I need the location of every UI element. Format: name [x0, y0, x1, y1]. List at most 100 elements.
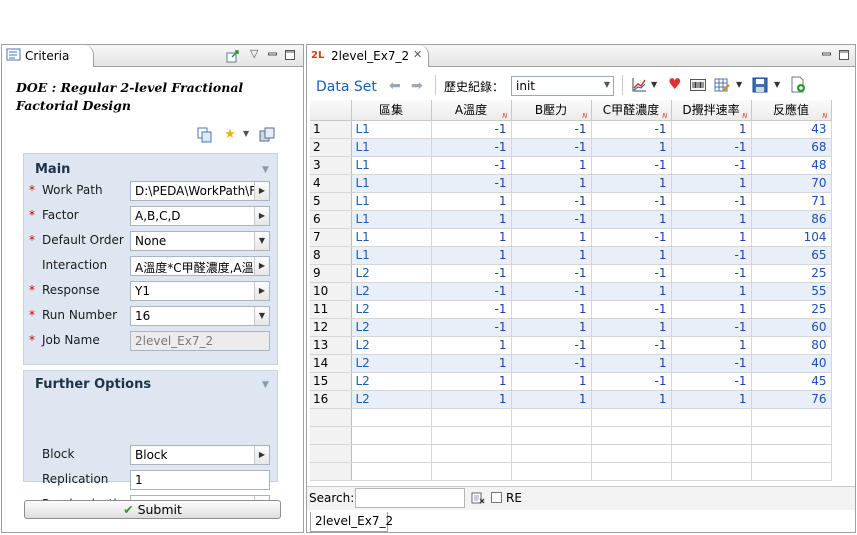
table-cell[interactable]: -1	[671, 192, 752, 211]
table-cell[interactable]: 86	[751, 210, 832, 229]
replication-field[interactable]: 1	[130, 470, 270, 490]
table-cell[interactable]: -1	[511, 264, 592, 283]
factor-field[interactable]: A,B,C,D ▶	[130, 206, 270, 226]
table-cell[interactable]: 104	[751, 228, 832, 247]
table-cell[interactable]: 76	[751, 390, 832, 409]
table-row[interactable]: 11 L2 -1 1 -1 1 25	[310, 300, 832, 319]
table-cell[interactable]: -1	[431, 174, 512, 193]
table-cell[interactable]: 1	[431, 390, 512, 409]
table-cell[interactable]: L1	[351, 192, 432, 211]
table-cell[interactable]: -1	[511, 192, 592, 211]
table-cell[interactable]: 68	[751, 138, 832, 157]
table-cell[interactable]: 1	[511, 228, 592, 247]
interaction-field[interactable]: A溫度*C甲醛濃度,A溫 ▶	[130, 256, 270, 276]
table-cell[interactable]: 1	[671, 300, 752, 319]
table-row[interactable]: 13 L2 1 -1 -1 1 80	[310, 336, 832, 355]
chart-dropdown-icon[interactable]: ▼	[651, 80, 657, 89]
table-cell[interactable]: 1	[431, 192, 512, 211]
save-dropdown-icon[interactable]: ▼	[774, 80, 780, 89]
table-cell[interactable]: -1	[671, 264, 752, 283]
export-icon[interactable]	[790, 76, 806, 93]
chevron-right-icon[interactable]: ▶	[254, 446, 269, 464]
table-cell[interactable]: 1	[511, 390, 592, 409]
table-cell[interactable]: -1	[671, 354, 752, 373]
table-cell[interactable]: 1	[431, 246, 512, 265]
table-cell[interactable]: 71	[751, 192, 832, 211]
minimize-icon[interactable]	[822, 49, 832, 61]
table-cell[interactable]: L1	[351, 138, 432, 157]
table-cell[interactable]: 1	[511, 156, 592, 175]
table-cell[interactable]: 1	[671, 390, 752, 409]
table-cell[interactable]: 25	[751, 264, 832, 283]
table-cell[interactable]: -1	[511, 210, 592, 229]
table-row[interactable]: 12 L2 -1 1 1 -1 60	[310, 318, 832, 337]
table-cell[interactable]: L2	[351, 318, 432, 337]
table-row[interactable]: 2 L1 -1 -1 1 -1 68	[310, 138, 832, 157]
table-cell[interactable]: -1	[511, 138, 592, 157]
table-cell[interactable]: 80	[751, 336, 832, 355]
table-row[interactable]: 4 L1 -1 1 1 1 70	[310, 174, 832, 193]
table-cell[interactable]: 1	[431, 354, 512, 373]
table-cell[interactable]: 40	[751, 354, 832, 373]
column-header[interactable]: D攪拌速率 N	[671, 100, 752, 121]
barcode-icon[interactable]	[690, 79, 706, 91]
close-icon[interactable]: ✕	[413, 48, 422, 61]
table-cell[interactable]: 1	[431, 210, 512, 229]
table-row[interactable]: 5 L1 1 -1 -1 -1 71	[310, 192, 832, 211]
table-cell[interactable]: 43	[751, 120, 832, 139]
table-row[interactable]: 7 L1 1 1 -1 1 104	[310, 228, 832, 247]
chart-icon[interactable]	[631, 77, 647, 93]
tab-2level-ex7-2[interactable]: 2L 2level_Ex7_2 ✕	[307, 45, 429, 67]
table-cell[interactable]: L2	[351, 372, 432, 391]
table-cell[interactable]: 1	[671, 336, 752, 355]
table-cell[interactable]: L2	[351, 300, 432, 319]
table-cell[interactable]: -1	[431, 120, 512, 139]
table-cell[interactable]: -1	[511, 120, 592, 139]
table-row[interactable]: 1 L1 -1 -1 -1 1 43	[310, 120, 832, 139]
table-cell[interactable]: 1	[591, 138, 672, 157]
tab-bottom-2level[interactable]: 2level_Ex7_2	[310, 512, 393, 532]
search-clear-icon[interactable]	[471, 491, 485, 505]
table-cell[interactable]: 1	[591, 246, 672, 265]
table-row[interactable]: 9 L2 -1 -1 -1 -1 25	[310, 264, 832, 283]
re-checkbox[interactable]	[491, 492, 502, 503]
table-cell[interactable]: -1	[591, 264, 672, 283]
pin-icon[interactable]	[226, 49, 240, 63]
table-cell[interactable]: -1	[671, 138, 752, 157]
table-cell[interactable]: 55	[751, 282, 832, 301]
table-cell[interactable]: L1	[351, 174, 432, 193]
table-edit-dropdown-icon[interactable]: ▼	[736, 80, 742, 89]
table-cell[interactable]: 45	[751, 372, 832, 391]
table-cell[interactable]: -1	[591, 300, 672, 319]
save-icon[interactable]	[752, 77, 768, 93]
response-field[interactable]: Y1 ▶	[130, 281, 270, 301]
table-cell[interactable]: 1	[671, 210, 752, 229]
search-input[interactable]	[355, 488, 465, 508]
table-cell[interactable]: 70	[751, 174, 832, 193]
block-field[interactable]: Block ▶	[130, 445, 270, 465]
view-menu-icon[interactable]: ▽	[250, 47, 258, 60]
submit-button[interactable]: ✔ Submit	[24, 500, 281, 519]
table-cell[interactable]: -1	[431, 282, 512, 301]
table-cell[interactable]: 1	[511, 372, 592, 391]
chevron-down-icon[interactable]: ▼	[254, 232, 269, 250]
copy-icon[interactable]	[197, 127, 213, 143]
chevron-down-icon[interactable]: ▼	[254, 307, 269, 325]
table-row[interactable]: 14 L2 1 -1 1 -1 40	[310, 354, 832, 373]
table-cell[interactable]: L1	[351, 210, 432, 229]
back-arrow-icon[interactable]: ⬅	[389, 78, 401, 94]
table-cell[interactable]: -1	[671, 246, 752, 265]
table-cell[interactable]: -1	[431, 156, 512, 175]
table-cell[interactable]: L2	[351, 282, 432, 301]
table-cell[interactable]: -1	[511, 354, 592, 373]
column-header[interactable]: 區集	[351, 100, 432, 121]
work-path-field[interactable]: D:\PEDA\WorkPath\F ▶	[130, 181, 270, 201]
table-cell[interactable]: 1	[511, 246, 592, 265]
table-cell[interactable]: 1	[671, 174, 752, 193]
chevron-right-icon[interactable]: ▶	[254, 257, 269, 275]
column-header[interactable]: B壓力 N	[511, 100, 592, 121]
column-header[interactable]: C甲醛濃度 N	[591, 100, 672, 121]
table-cell[interactable]: 1	[591, 390, 672, 409]
table-cell[interactable]: -1	[591, 372, 672, 391]
chevron-right-icon[interactable]: ▶	[254, 207, 269, 225]
